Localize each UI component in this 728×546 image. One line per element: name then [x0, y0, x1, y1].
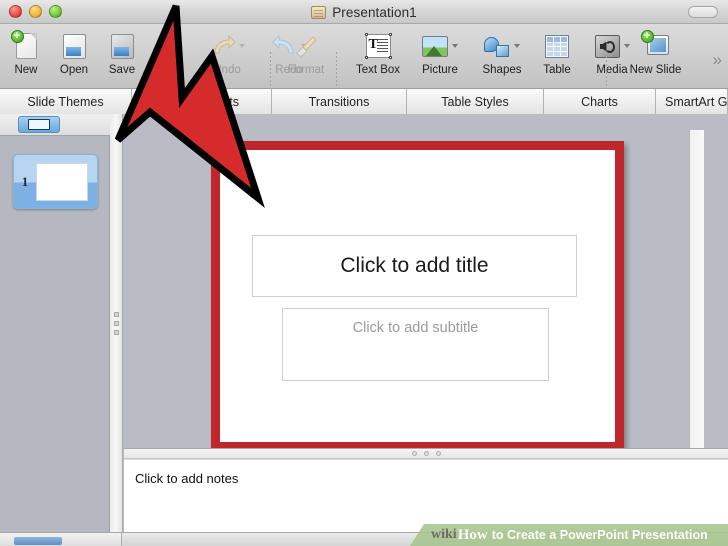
toolbar-group-file: + New Open Save Print [2, 24, 194, 89]
picture-button-label: Picture [422, 64, 458, 76]
new-slide-icon: + [640, 29, 669, 63]
title-placeholder-text: Click to add title [340, 254, 489, 277]
presentation-document-icon [311, 5, 327, 19]
shapes-button[interactable]: Shapes [471, 24, 533, 89]
picture-icon [422, 29, 458, 63]
save-button-label: Save [108, 64, 136, 76]
tab-smartart-graphics[interactable]: SmartArt Graphics [656, 89, 728, 114]
format-button-label: Format [287, 64, 325, 76]
tab-table-styles[interactable]: Table Styles [407, 89, 544, 114]
window-title-group: Presentation1 [0, 0, 728, 24]
new-button[interactable]: + New [2, 24, 50, 89]
slide-view-icon [28, 119, 50, 130]
printer-icon [158, 29, 182, 63]
toolbar-group-slides: + New Slide [618, 24, 693, 89]
print-button-label: Print [158, 64, 182, 76]
powerpoint-window: Presentation1 + New Open Save Print Undo… [0, 0, 728, 546]
notes-splitter[interactable] [124, 448, 728, 459]
subtitle-placeholder[interactable]: Click to add subtitle [282, 308, 549, 381]
tab-transitions[interactable]: Transitions [272, 89, 407, 114]
shapes-button-label: Shapes [482, 64, 522, 76]
undo-dropdown-caret-icon[interactable] [238, 44, 245, 48]
table-button-label: Table [543, 64, 571, 76]
slide-editing-surface[interactable]: Click to add title Click to add subtitle [211, 141, 624, 451]
tab-transitions-label: Transitions [308, 94, 370, 109]
new-slide-button-label: New Slide [629, 64, 682, 76]
navigator-splitter[interactable] [110, 114, 123, 532]
window-titlebar: Presentation1 [0, 0, 728, 24]
main-toolbar: + New Open Save Print Undo Redo Format T… [0, 24, 728, 104]
undo-arrow-icon [210, 29, 245, 63]
splitter-dot [113, 320, 119, 326]
open-button[interactable]: Open [50, 24, 98, 89]
tab-slide-layouts[interactable]: Slide Layouts [132, 89, 272, 114]
wikihow-watermark: wiki How to Create a PowerPoint Presenta… [410, 524, 728, 546]
slide-thumbnail-preview [36, 162, 88, 201]
open-button-label: Open [59, 64, 89, 76]
status-bar-left [0, 533, 122, 546]
double-chevron-right-icon[interactable]: » [713, 51, 722, 68]
watermark-wiki-text: wiki [431, 527, 457, 542]
slide-thumbnail-1[interactable]: 1 [13, 154, 98, 209]
new-button-label: New [14, 64, 38, 76]
notes-placeholder-text: Click to add notes [135, 471, 239, 486]
splitter-dot [113, 311, 119, 317]
tab-charts[interactable]: Charts [544, 89, 656, 114]
open-folder-icon [62, 29, 86, 63]
splitter-dot [435, 451, 441, 456]
tab-slide-themes[interactable]: Slide Themes [0, 89, 132, 114]
splitter-dot [423, 451, 429, 456]
print-button[interactable]: Print [146, 24, 194, 89]
toolbar-toggle-button[interactable] [688, 6, 718, 18]
tab-slide-themes-label: Slide Themes [27, 94, 104, 109]
format-brush-icon [293, 29, 319, 63]
text-box-icon: T [364, 29, 392, 63]
watermark-caption-text: to Create a PowerPoint Presentation [491, 528, 708, 542]
table-icon [545, 29, 569, 63]
view-mode-indicator[interactable] [14, 537, 62, 545]
save-disk-icon [110, 29, 134, 63]
new-presentation-icon: + [10, 29, 37, 63]
text-box-button[interactable]: T Text Box [347, 24, 409, 89]
ribbon-tab-bar: Slide Themes Slide Layouts Transitions T… [0, 89, 728, 114]
tab-table-styles-label: Table Styles [441, 94, 509, 109]
shapes-dropdown-caret-icon[interactable] [514, 44, 520, 48]
format-button[interactable]: Format [282, 24, 330, 89]
navigator-toolbar [0, 114, 110, 136]
plus-badge-icon-2: + [640, 30, 654, 43]
splitter-dot [411, 451, 417, 456]
text-box-button-label: Text Box [355, 64, 401, 76]
picture-button[interactable]: Picture [409, 24, 471, 89]
plus-badge-icon: + [10, 30, 24, 43]
toolbar-group-insert: T Text Box Picture Shapes Table Media [347, 24, 643, 89]
save-button[interactable]: Save [98, 24, 146, 89]
tab-charts-label: Charts [581, 94, 618, 109]
slide-navigator-pane: 1 [0, 114, 110, 532]
notes-pane[interactable]: Click to add notes [124, 459, 728, 534]
undo-button-label: Undo [213, 64, 241, 76]
slide-number-label: 1 [21, 173, 29, 189]
picture-dropdown-caret-icon[interactable] [452, 44, 458, 48]
tab-smartart-graphics-label: SmartArt Graphics [665, 94, 728, 109]
title-placeholder[interactable]: Click to add title [252, 235, 577, 297]
undo-button[interactable]: Undo [196, 24, 258, 89]
shapes-icon [484, 29, 520, 63]
tab-slide-layouts-label: Slide Layouts [163, 94, 240, 109]
splitter-dot [113, 329, 119, 335]
window-title: Presentation1 [332, 4, 417, 20]
toolbar-group-format: Format [282, 24, 330, 89]
slide-view-button[interactable] [18, 116, 60, 133]
watermark-how-text: How [457, 526, 488, 543]
table-button[interactable]: Table [533, 24, 581, 89]
new-slide-button[interactable]: + New Slide [618, 24, 693, 89]
subtitle-placeholder-text: Click to add subtitle [352, 320, 479, 336]
